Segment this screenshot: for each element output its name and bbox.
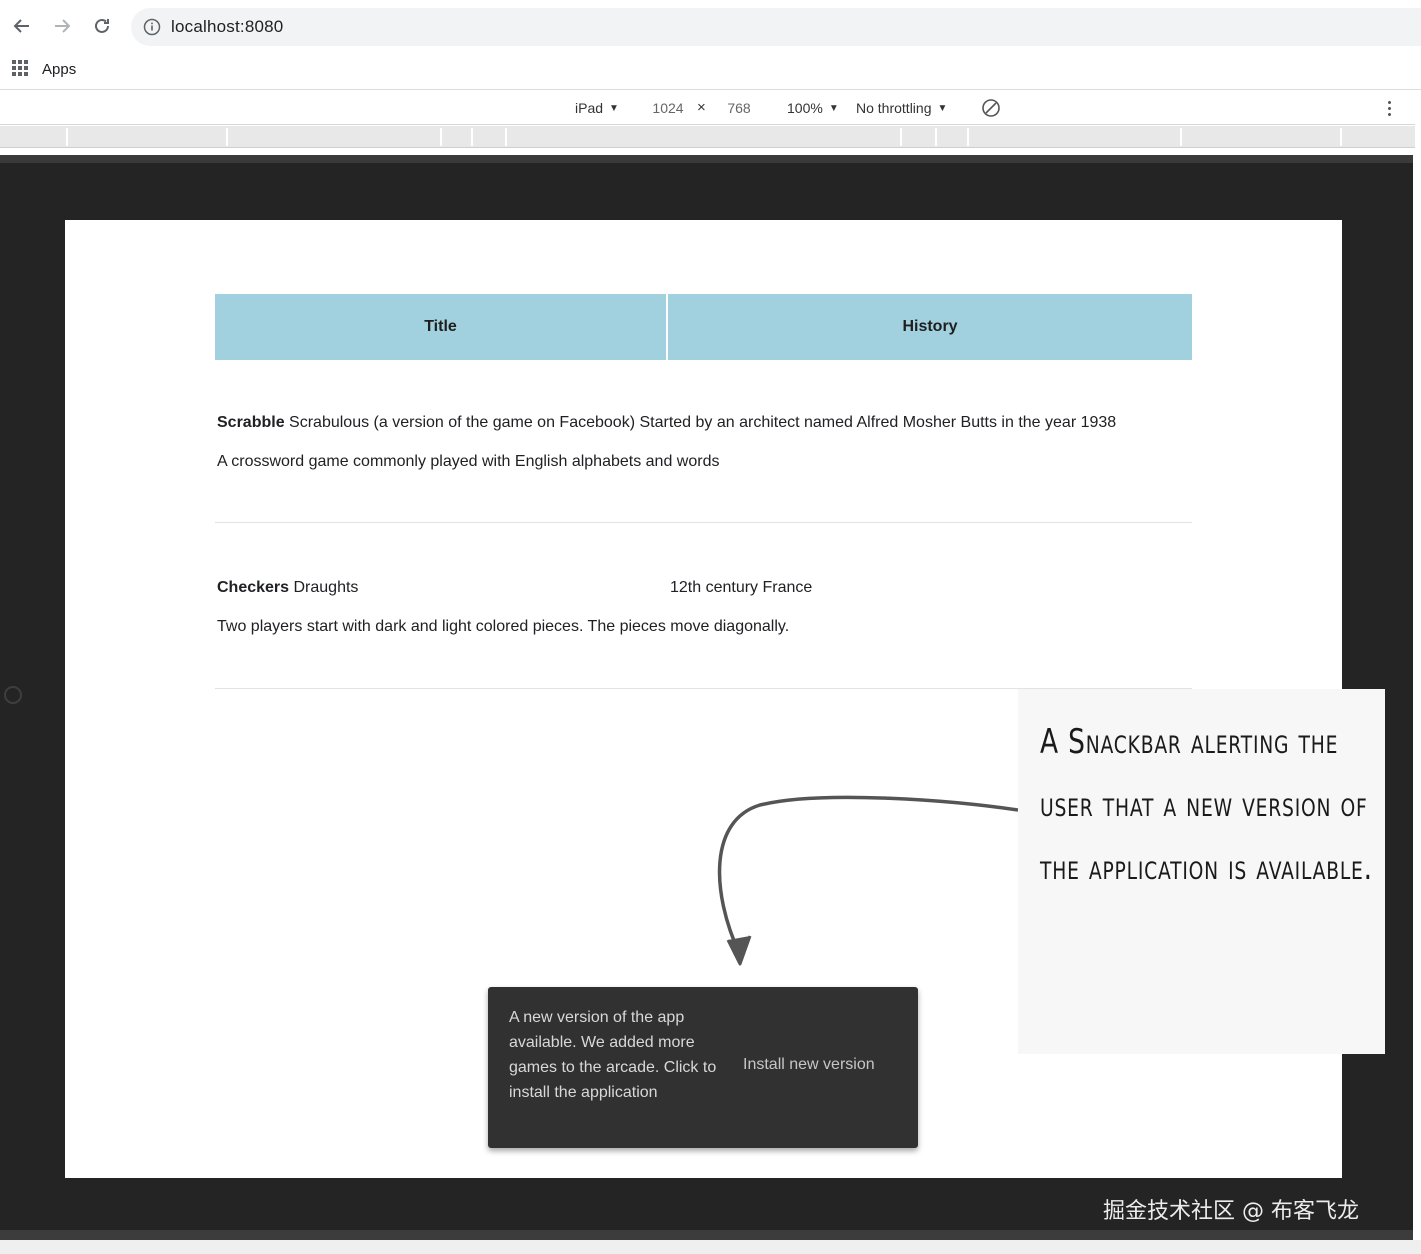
apps-label: Apps (42, 60, 77, 78)
column-header-title: Title (215, 294, 666, 360)
game-alt-name: Scrabulous (a version of the game on Fac… (289, 414, 636, 431)
update-snackbar: A new version of the app available. We a… (488, 987, 918, 1148)
more-options-icon[interactable] (1380, 97, 1398, 119)
caret-down-icon: ▼ (937, 102, 948, 114)
callout-text: A Snackbar alerting the user that a new … (1040, 722, 1373, 888)
games-table: Title History Scrabble Scrabulous (a ver… (215, 294, 1192, 689)
column-header-history: History (668, 294, 1192, 360)
reload-button[interactable] (88, 12, 116, 40)
address-bar[interactable]: localhost:8080 (131, 8, 1421, 46)
page-bottom-strip (0, 1240, 1421, 1254)
back-arrow-icon (13, 19, 29, 33)
watermark-text: 掘金技术社区 @ 布客飞龙 (1103, 1199, 1359, 1224)
apps-bookmark[interactable]: Apps (12, 58, 76, 80)
media-query-bar[interactable] (0, 126, 1415, 148)
throttling-select[interactable]: No throttling ▼ (856, 99, 947, 117)
device-select[interactable]: iPad ▼ (575, 99, 619, 117)
dimension-separator: × (697, 99, 706, 116)
frame-bottom-edge (0, 1230, 1413, 1240)
back-button[interactable] (8, 12, 36, 40)
throttling-label: No throttling (856, 100, 932, 116)
game-description: Two players start with dark and light co… (217, 618, 790, 635)
frame-knob (4, 686, 22, 704)
forward-arrow-icon (55, 19, 71, 33)
install-new-version-button[interactable]: Install new version (743, 1056, 875, 1074)
device-toolbar: iPad ▼ × 100% ▼ No throttling ▼ (0, 91, 1415, 125)
snackbar-message: A new version of the app available. We a… (509, 1009, 717, 1101)
url-text[interactable]: localhost:8080 (171, 17, 283, 37)
game-alt-name: Draughts (293, 579, 359, 596)
game-history: 12th century France (670, 579, 813, 596)
table-row: Scrabble Scrabulous (a version of the ga… (215, 360, 1192, 523)
reload-icon (95, 18, 109, 33)
zoom-select[interactable]: 100% ▼ (787, 99, 839, 117)
width-input[interactable] (642, 95, 694, 121)
browser-toolbar: localhost:8080 (0, 0, 1421, 52)
row-main-line: Scrabble Scrabulous (a version of the ga… (217, 414, 1116, 432)
zoom-label: 100% (787, 100, 823, 116)
caret-down-icon: ▼ (609, 102, 619, 114)
row-main-line: Checkers Draughts (217, 579, 358, 597)
rotate-icon[interactable] (980, 97, 1002, 119)
game-title: Checkers (217, 579, 290, 596)
callout-arrow (717, 795, 1019, 966)
table-header: Title History (215, 294, 1192, 360)
forward-button[interactable] (48, 12, 76, 40)
height-input[interactable] (713, 95, 765, 121)
annotation-callout: A Snackbar alerting the user that a new … (1018, 689, 1385, 1054)
table-row: Checkers Draughts 12th century France Tw… (215, 523, 1192, 689)
device-label: iPad (575, 100, 604, 116)
site-info-icon[interactable] (143, 18, 161, 36)
game-history: Started by an architect named Alfred Mos… (639, 414, 1117, 431)
apps-grid-icon (12, 60, 30, 78)
bookmarks-bar: Apps (0, 52, 1421, 90)
game-title: Scrabble (217, 414, 285, 431)
caret-down-icon: ▼ (828, 102, 839, 114)
game-description: A crossword game commonly played with En… (217, 453, 720, 470)
